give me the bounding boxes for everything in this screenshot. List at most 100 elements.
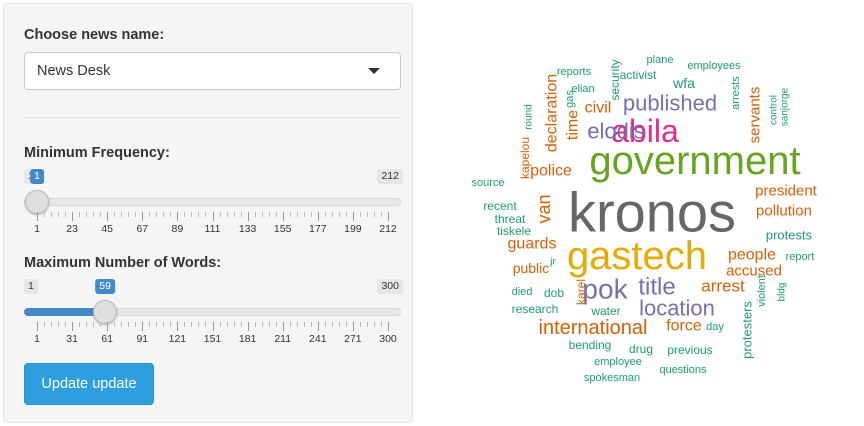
cloud-word: gas [564,90,576,108]
slider-minor-tick [205,212,207,217]
slider-tick-label: 241 [309,333,327,345]
slider-max-label: 212 [377,169,403,184]
slider-minor-tick [303,212,305,217]
cloud-word: violent [756,275,768,307]
max-words-label: Maximum Number of Words: [24,255,222,271]
slider-minor-tick [219,322,221,327]
slider-tick [37,212,38,221]
cloud-word: source [471,177,504,189]
slider-minor-tick [289,322,291,327]
slider-ticks: 1 23 45 67 89 111 133 155 177 199 212 [24,212,401,240]
update-button[interactable]: Update update [24,363,154,405]
slider-tick [142,212,144,221]
slider-minor-tick [86,212,88,217]
cloud-word: employee [594,356,642,368]
slider-minor-tick [289,212,291,217]
slider-tick-label: 133 [238,223,257,235]
cloud-word: guards [508,236,557,253]
slider-minor-tick [170,322,172,327]
cloud-word: protests [766,228,813,243]
min-frequency-slider[interactable]: 1 212 1 1 23 45 67 89 111 133 155 177 199 212 [24,169,404,239]
slider-tick-label: 121 [168,333,187,345]
slider-tick [107,322,109,331]
slider-minor-tick [254,212,256,217]
slider-minor-tick [240,322,242,327]
slider-minor-tick [331,322,333,327]
slider-minor-tick [191,322,193,327]
slider-minor-tick [100,322,102,327]
slider-minor-tick [205,322,207,327]
cloud-word: time [565,110,582,140]
cloud-word: report [786,251,815,263]
slider-minor-tick [254,322,256,327]
slider-minor-tick [380,322,382,327]
cloud-word: police [530,163,572,180]
slider-tick-label: 23 [66,223,78,235]
cloud-word: recent [483,199,517,213]
slider-minor-tick [198,322,200,327]
caret-down-icon [368,68,380,74]
divider [24,117,401,118]
slider-minor-tick [135,322,137,327]
slider-minor-tick [233,322,235,327]
cloud-word: sanjorge [780,87,791,126]
cloud-word: wfa [672,75,695,91]
news-select[interactable]: News Desk [24,52,401,90]
slider-value-label: 59 [95,279,115,294]
slider-tick-label: 111 [204,223,221,235]
slider-minor-tick [163,322,165,327]
slider-tick-label: 31 [66,333,78,345]
slider-handle[interactable] [93,300,118,324]
slider-tick-label: 300 [379,333,397,345]
slider-track[interactable] [24,198,401,206]
slider-tick-label: 155 [273,223,292,235]
slider-tick [317,322,319,331]
max-words-slider[interactable]: 1 300 59 1 31 61 91 121 151 181 211 241 271 300 [24,279,404,349]
slider-tick-label: 61 [101,333,114,345]
slider-tick [352,322,354,331]
slider-minor-tick [345,322,347,327]
slider-tick [352,212,354,221]
slider-minor-tick [156,322,158,327]
slider-minor-tick [44,322,46,327]
cloud-word: declaration [544,74,561,152]
cloud-word: elodis [587,119,644,144]
slider-minor-tick [44,212,46,217]
slider-minor-tick [240,212,242,217]
slider-minor-tick [184,322,186,327]
slider-tick [388,212,389,221]
cloud-word: civil [585,100,612,117]
cloud-word: public [513,260,550,276]
slider-tick [282,322,284,331]
slider-tick-label: 212 [379,223,397,235]
slider-handle[interactable] [25,190,49,214]
slider-minor-tick [191,212,193,217]
cloud-word: arrests [730,76,742,110]
slider-tick [177,322,179,331]
slider-minor-tick [296,212,298,217]
cloud-word: bldg [777,283,788,302]
slider-tick [212,212,214,221]
sidebar-panel: Choose news name: News Desk Minimum Freq… [3,3,413,423]
slider-tick [247,212,249,221]
cloud-word: died [512,286,533,298]
slider-tick [282,212,284,221]
slider-minor-tick [121,212,123,217]
slider-minor-tick [51,322,53,327]
slider-minor-tick [324,322,326,327]
slider-minor-tick [170,212,172,217]
cloud-word: tiskele [497,224,531,238]
slider-minor-tick [128,322,130,327]
slider-minor-tick [275,322,277,327]
slider-minor-tick [268,212,270,217]
slider-minor-tick [121,322,123,327]
cloud-word: jr [549,257,556,268]
cloud-word: servants [747,87,764,144]
slider-tick [212,322,214,331]
slider-minor-tick [275,212,277,217]
cloud-word: spokesman [584,372,640,384]
slider-tick [177,212,179,221]
slider-minor-tick [296,322,298,327]
slider-minor-tick [359,322,361,327]
cloud-word: drug [629,342,653,356]
